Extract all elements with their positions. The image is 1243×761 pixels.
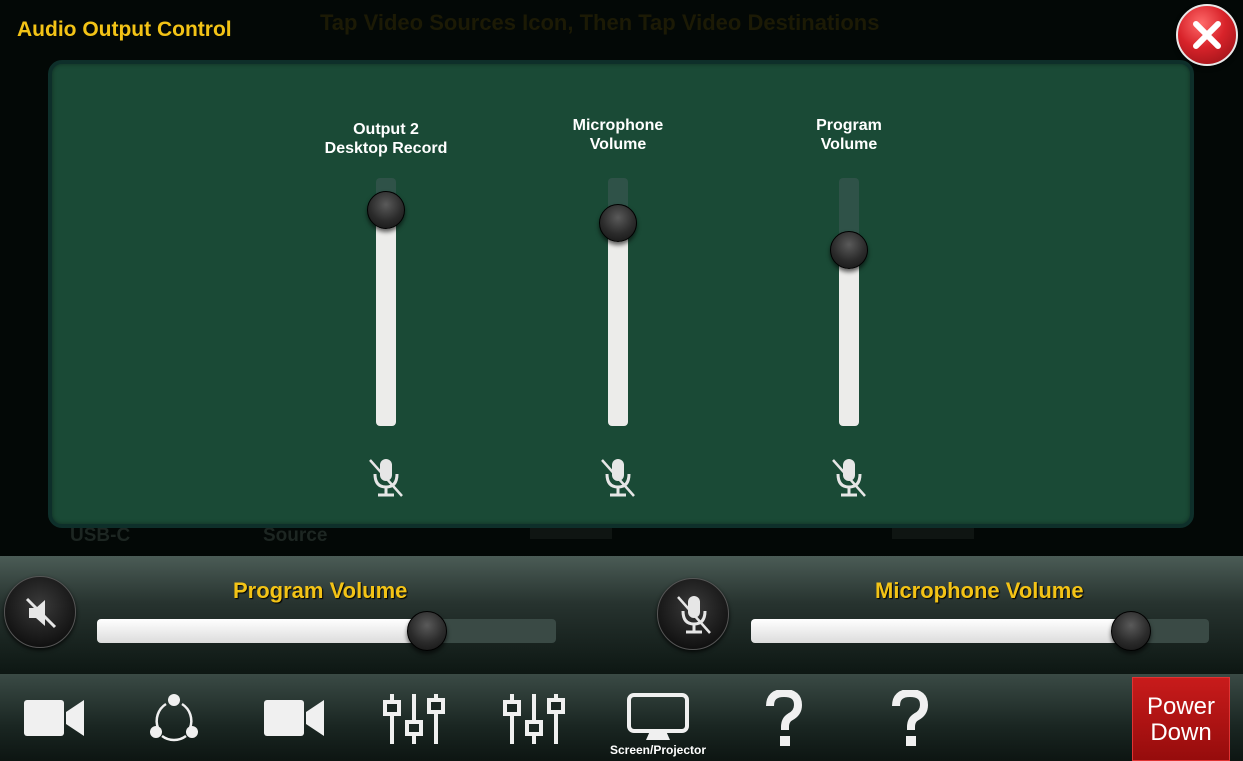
bottom-toolbar: Screen/Projector bbox=[0, 674, 1243, 761]
help-button[interactable] bbox=[860, 674, 960, 761]
mixer-icon bbox=[383, 694, 445, 744]
volume-slider-fill bbox=[376, 210, 396, 426]
mic-muted-icon[interactable] bbox=[829, 456, 869, 500]
monitor-icon bbox=[627, 693, 689, 740]
channel-label-line1: Microphone bbox=[572, 117, 664, 134]
volume-slider-knob[interactable] bbox=[367, 191, 405, 230]
power-label-line1: Power bbox=[1146, 693, 1216, 720]
share-icon bbox=[150, 694, 198, 742]
screen-projector-button[interactable]: Screen/Projector bbox=[608, 674, 708, 761]
background-block bbox=[530, 527, 612, 539]
screen-projector-label: Screen/Projector bbox=[609, 743, 707, 757]
program-volume-slider[interactable] bbox=[97, 619, 556, 643]
video-camera-icon bbox=[264, 700, 324, 736]
background-block bbox=[892, 527, 974, 539]
mic-muted-icon[interactable] bbox=[598, 456, 638, 500]
modal-title: Audio Output Control bbox=[17, 18, 232, 41]
microphone-mute-button[interactable] bbox=[657, 578, 729, 650]
video-camera-icon bbox=[24, 700, 84, 736]
share-button[interactable] bbox=[124, 674, 224, 761]
channel-label-line2: Desktop Record bbox=[324, 140, 448, 157]
help-icon bbox=[892, 690, 929, 746]
volume-slider-fill bbox=[608, 222, 628, 426]
program-mute-button[interactable] bbox=[4, 576, 76, 648]
channel-label-line2: Volume bbox=[589, 136, 647, 153]
help-icon bbox=[766, 690, 803, 746]
microphone-volume-title: Microphone Volume bbox=[875, 578, 1084, 603]
audio-output-button[interactable] bbox=[484, 674, 584, 761]
source-label-usbc: USB-C bbox=[70, 525, 131, 546]
channel-label: Program Volume bbox=[749, 116, 949, 154]
mic-muted-icon[interactable] bbox=[366, 456, 406, 500]
volume-slider-track[interactable] bbox=[839, 178, 859, 426]
program-volume-fill bbox=[97, 619, 428, 643]
source-label-source: Source bbox=[263, 525, 328, 546]
channel-label-line2: Volume bbox=[820, 136, 878, 153]
channel-label-line1: Output 2 bbox=[353, 121, 419, 138]
instruction-text: Tap Video Sources Icon, Then Tap Video D… bbox=[320, 10, 880, 35]
volume-slider-knob[interactable] bbox=[599, 203, 637, 242]
close-icon bbox=[1193, 21, 1221, 49]
program-volume-title: Program Volume bbox=[233, 578, 408, 603]
microphone-volume-fill bbox=[751, 619, 1132, 643]
video-destinations-button[interactable] bbox=[244, 674, 344, 761]
speaker-muted-icon bbox=[25, 597, 57, 629]
audio-mixer-button[interactable] bbox=[364, 674, 464, 761]
close-button[interactable] bbox=[1176, 4, 1238, 66]
mic-muted-icon bbox=[677, 596, 711, 634]
video-sources-button[interactable] bbox=[4, 674, 104, 761]
channel-label-line1: Program bbox=[816, 117, 882, 134]
help-button[interactable] bbox=[734, 674, 834, 761]
channel-label: Microphone Volume bbox=[518, 116, 718, 154]
power-down-button[interactable]: Power Down bbox=[1132, 677, 1230, 761]
channel-label: Output 2 Desktop Record bbox=[286, 120, 486, 158]
mixer-icon bbox=[503, 694, 565, 744]
power-label-line2: Down bbox=[1150, 719, 1212, 746]
audio-output-panel: Output 2 Desktop Record Microphone Volum… bbox=[48, 60, 1194, 528]
program-volume-knob[interactable] bbox=[407, 611, 448, 651]
volume-slider-knob[interactable] bbox=[830, 230, 868, 269]
volume-slider-fill bbox=[839, 249, 859, 426]
microphone-volume-knob[interactable] bbox=[1111, 611, 1152, 651]
volume-bar: Program Volume Microphone Volume bbox=[0, 556, 1243, 674]
